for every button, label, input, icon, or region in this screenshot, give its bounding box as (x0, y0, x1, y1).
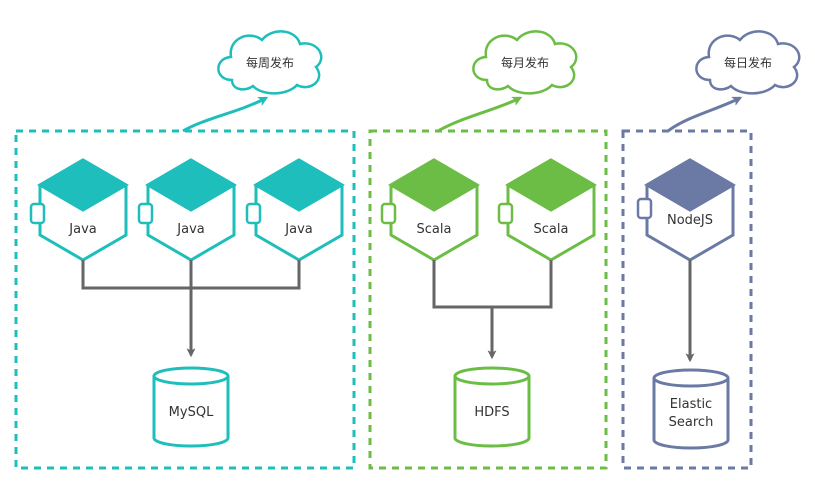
mysql-database: MySQL (152, 366, 230, 448)
database-label-line-2: Search (669, 415, 714, 430)
daily-release-cloud: 每日发布 (695, 30, 801, 95)
service-label: Java (284, 222, 312, 237)
weekly-release-cloud: 每周发布 (217, 30, 323, 95)
service-port-icon (137, 202, 154, 225)
java-service-2: Java (137, 158, 237, 262)
service-port-icon (636, 197, 653, 220)
service-label: NodeJS (667, 213, 713, 228)
daily-release-group: 每日发布 NodeJS Elastic Search (621, 30, 801, 470)
service-label: Scala (534, 222, 569, 237)
monthly-connector (432, 260, 553, 309)
service-label: Scala (417, 222, 452, 237)
service-label: Java (176, 222, 204, 237)
daily-release-arrow (667, 96, 743, 133)
daily-release-label: 每日发布 (724, 55, 772, 70)
database-label: HDFS (474, 405, 509, 420)
service-label: Java (68, 222, 96, 237)
weekly-release-group: 每周发布 Java Java Java MySQL (14, 30, 356, 470)
hdfs-storage: HDFS (453, 366, 531, 448)
monthly-release-label: 每月发布 (501, 55, 549, 70)
service-port-icon (245, 202, 262, 225)
database-label-line-1: Elastic (670, 397, 712, 412)
database-label: MySQL (169, 405, 214, 420)
monthly-release-group: 每月发布 Scala Scala HDFS (368, 30, 608, 470)
elasticsearch-storage: Elastic Search (652, 368, 730, 450)
deployment-diagram: 每周发布 Java Java Java MySQL 每月发布 Scala Sca… (0, 0, 815, 481)
service-port-icon (29, 202, 46, 225)
java-service-1: Java (29, 158, 129, 262)
service-port-icon (497, 202, 514, 225)
weekly-release-arrow (182, 96, 269, 133)
weekly-release-label: 每周发布 (246, 55, 294, 70)
service-port-icon (380, 202, 397, 225)
scala-service-1: Scala (380, 158, 480, 262)
scala-service-2: Scala (497, 158, 597, 262)
monthly-release-cloud: 每月发布 (472, 30, 578, 95)
java-service-3: Java (245, 158, 345, 262)
monthly-release-arrow (437, 96, 523, 133)
nodejs-service: NodeJS (636, 158, 736, 262)
diagram-canvas: 每周发布 Java Java Java MySQL 每月发布 Scala Sca… (14, 30, 801, 470)
